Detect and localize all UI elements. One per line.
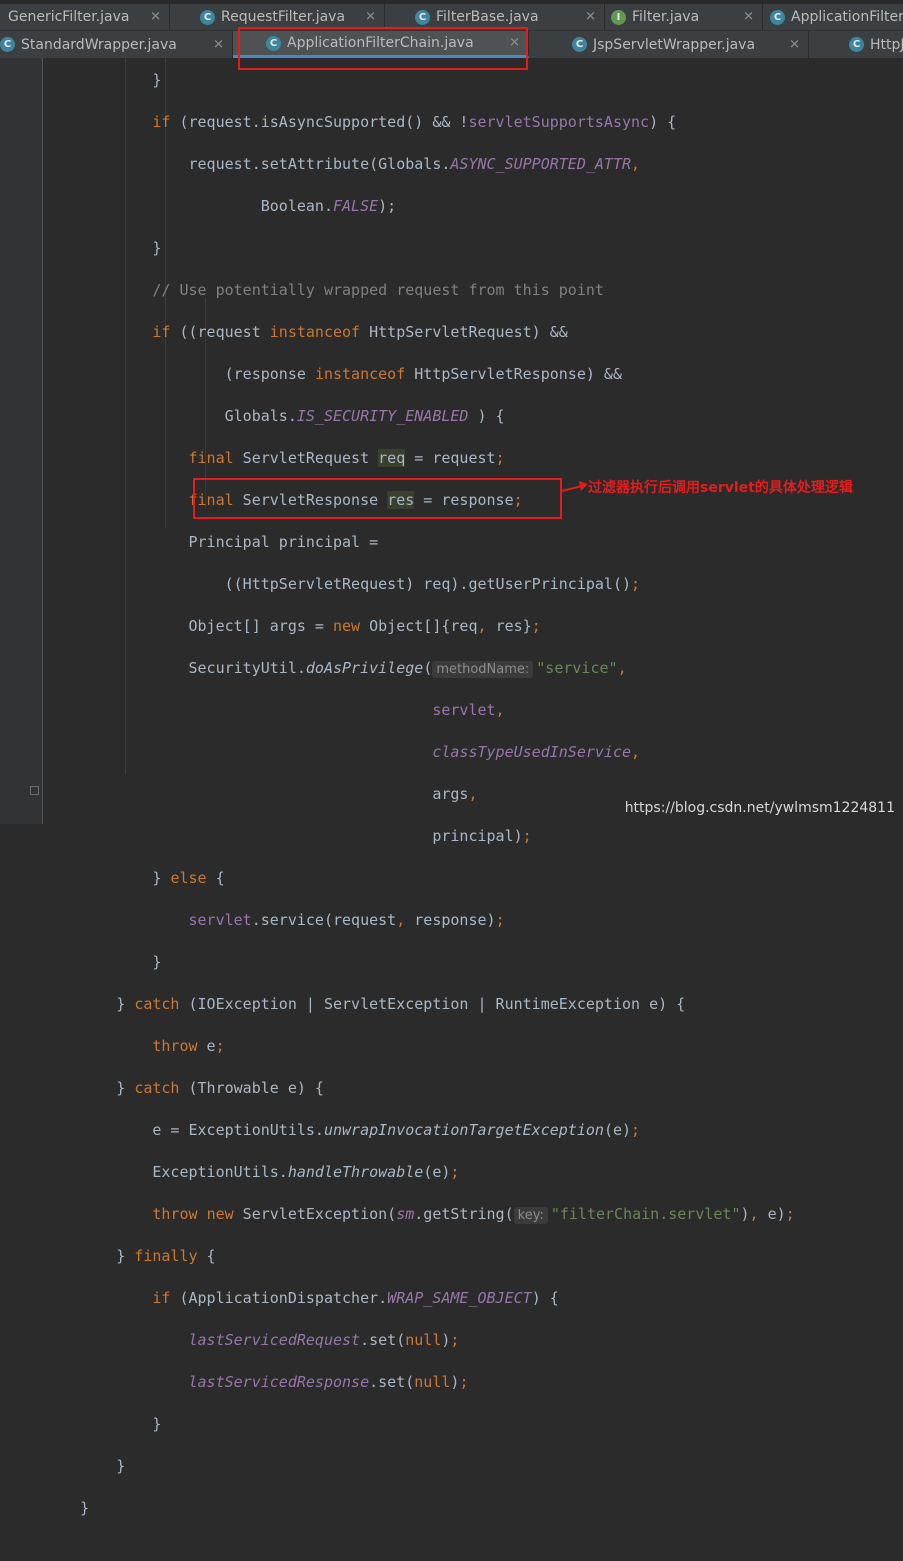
parameter-hint: methodName: <box>432 661 534 678</box>
annotation-text: 过滤器执行后调用servlet的具体处理逻辑 <box>588 480 853 496</box>
interface-icon: I <box>611 9 626 25</box>
highlight-box-active-tab <box>238 27 528 70</box>
tab-genericfilter[interactable]: GenericFilter.java ✕ <box>0 4 170 30</box>
gutter-divider <box>42 58 43 824</box>
editor-gutter <box>0 58 42 824</box>
fold-marker-icon[interactable] <box>30 786 39 795</box>
tab-label: GenericFilter.java <box>8 9 130 25</box>
parameter-hint: key: <box>513 1207 548 1224</box>
tab-httpj[interactable]: C HttpJ <box>809 31 903 58</box>
tab-label: RequestFilter.java <box>221 9 346 25</box>
class-icon: C <box>415 9 430 25</box>
class-icon: C <box>200 9 215 25</box>
tab-label: Filter.java <box>632 9 700 25</box>
class-icon: C <box>0 37 15 52</box>
tab-label: FilterBase.java <box>436 9 539 25</box>
tab-applicationfilter[interactable]: C ApplicationFilter <box>763 4 903 30</box>
highlight-box-servlet-service <box>193 478 562 519</box>
close-icon[interactable]: ✕ <box>150 10 161 25</box>
code-editor[interactable]: } if (request.isAsyncSupported() && !ser… <box>0 58 903 1517</box>
class-icon: C <box>770 9 785 25</box>
annotation-arrow-icon <box>561 481 588 492</box>
tab-label: HttpJ <box>870 36 903 53</box>
close-icon[interactable]: ✕ <box>365 10 376 25</box>
close-icon[interactable]: ✕ <box>585 10 596 25</box>
tab-label: ApplicationFilter <box>791 9 903 25</box>
class-icon: C <box>849 37 864 52</box>
watermark: https://blog.csdn.net/ywlmsm1224811 <box>624 800 895 816</box>
close-icon[interactable]: ✕ <box>743 10 754 25</box>
tab-filter[interactable]: I Filter.java ✕ <box>605 4 763 30</box>
